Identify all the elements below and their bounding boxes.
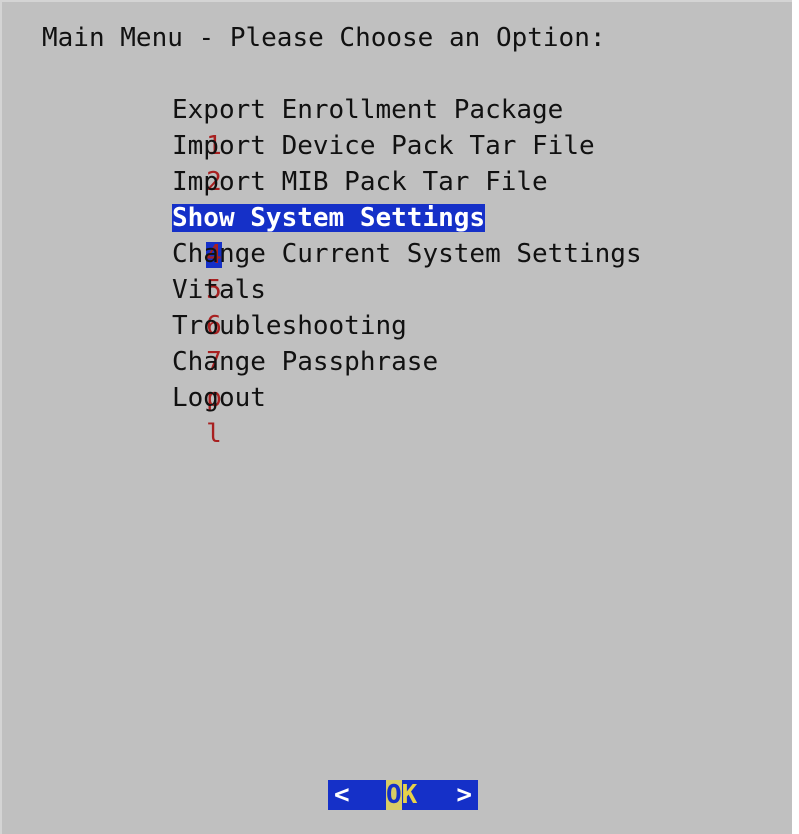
ok-button-cursor: O: [386, 780, 402, 810]
menu-item-troubleshooting[interactable]: 7 Troubleshooting: [112, 308, 407, 377]
dialog-title: Main Menu - Please Choose an Option:: [42, 23, 606, 53]
menu-item-import-device-pack[interactable]: 2 Import Device Pack Tar File: [112, 128, 595, 197]
ok-button-left-bracket: <: [334, 780, 350, 810]
menu-item-label: Troubleshooting: [172, 311, 407, 341]
ok-button-label-rest: K: [401, 780, 418, 810]
menu-item-export-enrollment-package[interactable]: 1 Export Enrollment Package: [112, 92, 563, 161]
menu-item-change-system-settings[interactable]: 5 Change Current System Settings: [112, 236, 642, 305]
menu-item-label: Change Current System Settings: [172, 239, 642, 269]
ok-button-right-bracket: >: [456, 780, 472, 810]
menu-item-label: Logout: [172, 383, 266, 413]
menu-item-import-mib-pack[interactable]: 3Import MIB Pack Tar File: [112, 164, 548, 233]
menu-item-label: Import MIB Pack Tar File: [172, 167, 548, 197]
menu-item-hotkey: l: [206, 419, 222, 449]
menu-item-vitals[interactable]: 6 Vitals: [112, 272, 266, 341]
menu-item-label: Export Enrollment Package: [172, 95, 564, 125]
menu-item-logout[interactable]: l Logout: [112, 380, 266, 449]
main-menu-dialog: Main Menu - Please Choose an Option: 1 Ex…: [0, 0, 792, 834]
menu-item-change-passphrase[interactable]: p Change Passphrase: [112, 344, 438, 413]
menu-item-show-system-settings[interactable]: 4 Show System Settings: [112, 200, 486, 268]
menu-item-label: Show System Settings: [172, 203, 486, 233]
ok-button-label: OK: [386, 780, 417, 810]
menu-item-label: Change Passphrase: [172, 347, 439, 377]
menu-item-label: Import Device Pack Tar File: [172, 131, 595, 161]
menu-item-label: Vitals: [172, 275, 266, 305]
main-menu-list: 1 Export Enrollment Package 2 Import Devic…: [112, 92, 642, 449]
ok-button[interactable]: < OK >: [328, 780, 478, 810]
